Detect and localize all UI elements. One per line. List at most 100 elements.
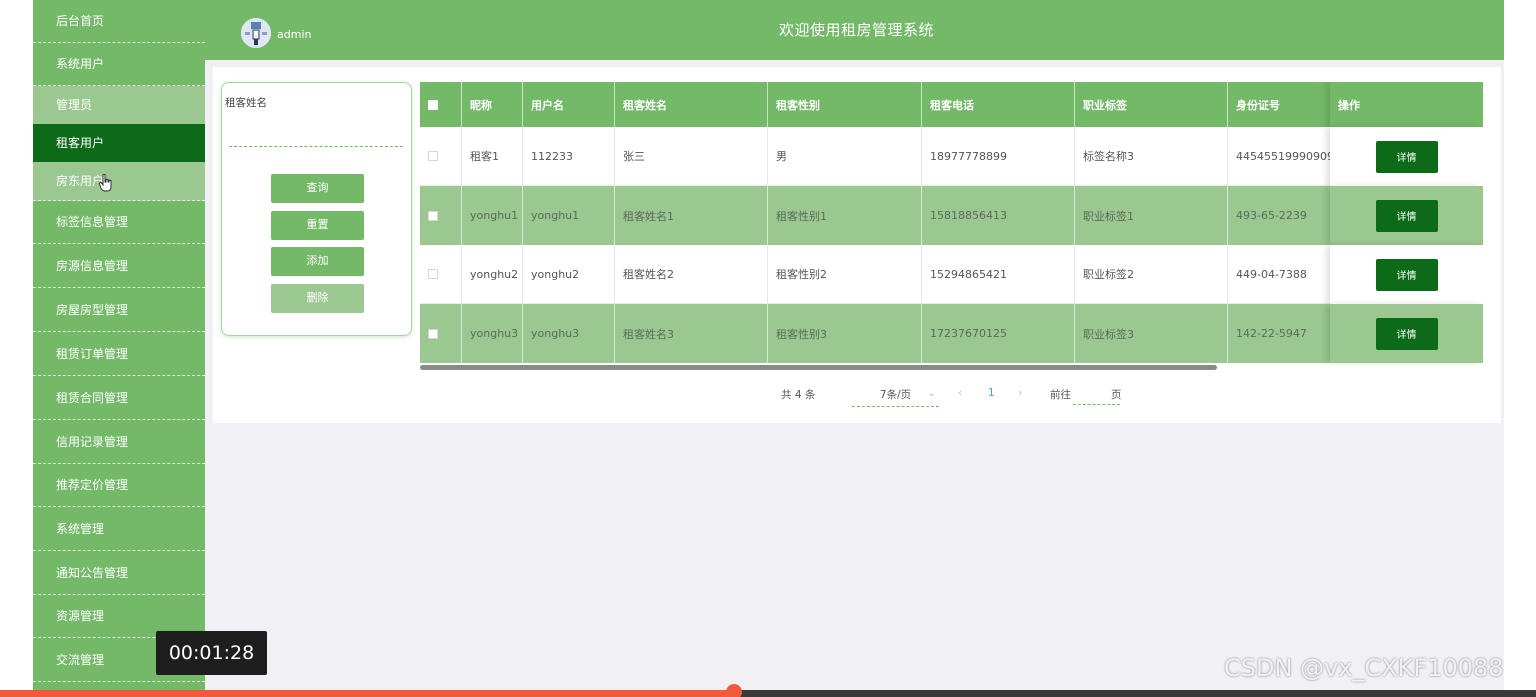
select-all-checkbox[interactable]: [428, 99, 438, 110]
sidebar-item-system-users[interactable]: 系统用户: [33, 43, 205, 86]
row-checkbox[interactable]: [428, 328, 438, 339]
sidebar-item-house-type[interactable]: 房屋房型管理: [33, 289, 205, 332]
cell-id-number: 449-04-7388: [1228, 245, 1338, 304]
cell-id-number: 4454551999090918: [1228, 127, 1338, 186]
sidebar-item-notice[interactable]: 通知公告管理: [33, 552, 205, 595]
cell-actions: 详情: [1330, 245, 1483, 304]
cell-tenant-name: 租客姓名1: [615, 186, 768, 245]
content-panel: 租客姓名 查询 重置 添加 删除 昵称 用户名 租客姓名 租客性别 租客电话 职…: [213, 67, 1501, 423]
row-select-cell: [420, 186, 462, 245]
sidebar-item-label: 房东用户: [56, 174, 105, 188]
sidebar-item-system-manage[interactable]: 系统管理: [33, 508, 205, 551]
cell-actions: 详情: [1330, 127, 1483, 186]
hand-cursor-icon: [99, 174, 112, 192]
tenant-name-search-input[interactable]: [229, 119, 403, 147]
cell-tenant-gender: 租客性别1: [768, 186, 922, 245]
cell-tenant-gender: 租客性别2: [768, 245, 922, 304]
cell-nickname: yonghu3: [462, 304, 523, 363]
cell-tenant-phone: 18977778899: [922, 127, 1075, 186]
column-header: 租客姓名: [615, 82, 768, 127]
cell-username: yonghu1: [523, 186, 615, 245]
table-row: yonghu1 yonghu1 租客姓名1 租客性别1 15818856413 …: [420, 186, 1483, 245]
detail-button[interactable]: 详情: [1375, 317, 1438, 350]
table-header-row: 昵称 用户名 租客姓名 租客性别 租客电话 职业标签 身份证号 操作: [420, 82, 1483, 127]
detail-button[interactable]: 详情: [1375, 140, 1438, 173]
table-row: 租客1 112233 张三 男 18977778899 标签名称3 445455…: [420, 127, 1483, 186]
username-label[interactable]: admin: [277, 28, 311, 41]
detail-button[interactable]: 详情: [1375, 199, 1438, 232]
sidebar: 后台首页 系统用户 管理员 租客用户 房东用户 标签信息管理 房源信息管理 房屋…: [33, 0, 205, 690]
search-field-label: 租客姓名: [225, 97, 267, 109]
app-window: 后台首页 系统用户 管理员 租客用户 房东用户 标签信息管理 房源信息管理 房屋…: [33, 0, 1504, 690]
detail-button[interactable]: 详情: [1375, 258, 1438, 291]
user-avatar-icon: [241, 18, 271, 48]
avatar[interactable]: [241, 18, 271, 48]
goto-label: 前往: [1050, 389, 1071, 401]
row-checkbox[interactable]: [428, 151, 438, 161]
sidebar-item-credit-record[interactable]: 信用记录管理: [33, 421, 205, 464]
row-select-cell: [420, 245, 462, 304]
tenant-table: 昵称 用户名 租客姓名 租客性别 租客电话 职业标签 身份证号 操作 租客1 1…: [420, 82, 1483, 371]
reset-button[interactable]: 重置: [271, 211, 364, 240]
column-header: 用户名: [523, 82, 615, 127]
cell-username: yonghu2: [523, 245, 615, 304]
cell-tenant-name: 租客姓名3: [615, 304, 768, 363]
row-checkbox[interactable]: [428, 269, 438, 279]
page-unit-label: 页: [1111, 389, 1122, 401]
cell-job-tag: 职业标签1: [1075, 186, 1228, 245]
cell-tenant-gender: 租客性别3: [768, 304, 922, 363]
query-button[interactable]: 查询: [271, 174, 364, 203]
cell-username: 112233: [523, 127, 615, 186]
sidebar-item-admins[interactable]: 管理员: [33, 86, 205, 125]
video-progress-handle[interactable]: [726, 684, 743, 697]
row-checkbox[interactable]: [428, 210, 438, 221]
video-progress-bar[interactable]: [0, 684, 1536, 697]
sidebar-item-rental-contract[interactable]: 租赁合同管理: [33, 377, 205, 420]
cell-nickname: 租客1: [462, 127, 523, 186]
video-timestamp: 00:01:28: [156, 631, 267, 675]
top-header: admin 欢迎使用租房管理系统: [205, 0, 1504, 60]
page-size-select[interactable]: 7条/页 ⌄: [852, 387, 939, 407]
search-card: 租客姓名 查询 重置 添加 删除: [221, 82, 412, 336]
cell-tenant-name: 租客姓名2: [615, 245, 768, 304]
column-header: 租客性别: [768, 82, 922, 127]
cell-nickname: yonghu1: [462, 186, 523, 245]
table-row: yonghu3 yonghu3 租客姓名3 租客性别3 17237670125 …: [420, 304, 1483, 363]
cell-id-number: 493-65-2239: [1228, 186, 1338, 245]
sidebar-item-landlord-users[interactable]: 房东用户: [33, 162, 205, 201]
sidebar-item-tag-info[interactable]: 标签信息管理: [33, 201, 205, 244]
cell-id-number: 142-22-5947: [1228, 304, 1338, 363]
next-page-icon[interactable]: ›: [1018, 387, 1022, 407]
column-header: 职业标签: [1075, 82, 1228, 127]
cell-nickname: yonghu2: [462, 245, 523, 304]
header-select-all[interactable]: [420, 82, 462, 127]
add-button[interactable]: 添加: [271, 247, 364, 276]
cell-username: yonghu3: [523, 304, 615, 363]
cell-tenant-gender: 男: [768, 127, 922, 186]
sidebar-item-tenant-users[interactable]: 租客用户: [33, 124, 205, 163]
cell-job-tag: 标签名称3: [1075, 127, 1228, 186]
sidebar-item-rental-order[interactable]: 租赁订单管理: [33, 333, 205, 376]
cell-actions: 详情: [1330, 304, 1483, 363]
screen-right-edge: [1504, 0, 1536, 697]
pagination-total: 共 4 条: [781, 389, 816, 401]
cell-tenant-phone: 15818856413: [922, 186, 1075, 245]
sidebar-item-pricing[interactable]: 推荐定价管理: [33, 464, 205, 507]
watermark: CSDN @vx_CXKF10088: [1224, 654, 1504, 682]
cell-job-tag: 职业标签3: [1075, 304, 1228, 363]
page-number-current[interactable]: 1: [988, 387, 995, 407]
sidebar-item-house-info[interactable]: 房源信息管理: [33, 245, 205, 288]
table-row: yonghu2 yonghu2 租客姓名2 租客性别2 15294865421 …: [420, 245, 1483, 304]
column-header: 租客电话: [922, 82, 1075, 127]
cell-tenant-phone: 15294865421: [922, 245, 1075, 304]
table-horizontal-scrollbar[interactable]: [420, 365, 1217, 370]
page-size-value: 7条/页: [879, 389, 912, 401]
cell-actions: 详情: [1330, 186, 1483, 245]
delete-button[interactable]: 删除: [271, 284, 364, 313]
row-select-cell: [420, 304, 462, 363]
column-header: 昵称: [462, 82, 523, 127]
chevron-down-icon: ⌄: [927, 387, 936, 399]
row-select-cell: [420, 127, 462, 186]
prev-page-icon[interactable]: ‹: [958, 387, 962, 407]
sidebar-item-home[interactable]: 后台首页: [33, 0, 205, 43]
